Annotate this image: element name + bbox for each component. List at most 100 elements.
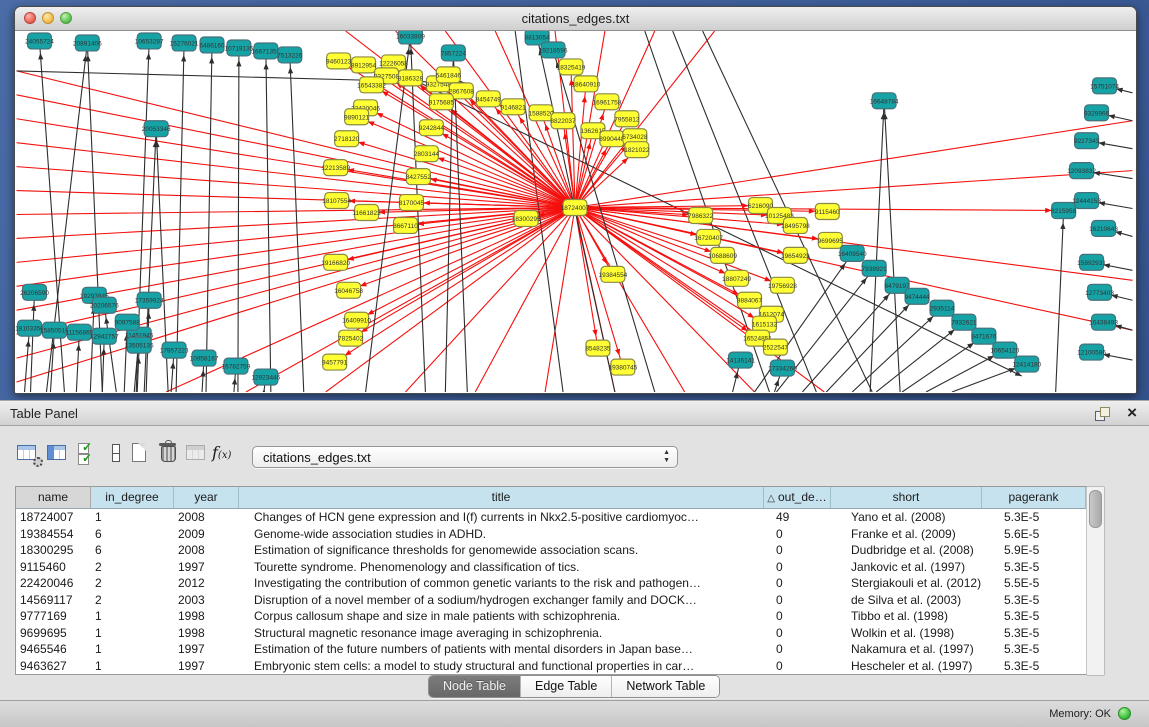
graph-node-label: 16782759 [222, 364, 251, 371]
table-cell: Nakamura et al. (1997) [831, 641, 982, 658]
graph-node-label: 8548235 [585, 346, 611, 353]
graph-node-label: 17334260 [768, 366, 797, 373]
graph-node-label: 7857224 [441, 50, 467, 57]
network-view-canvas[interactable]: 1872400794601238912954122260589327508165… [15, 31, 1134, 392]
table-cell: Structural magnetic resonance image aver… [239, 625, 764, 642]
column-header-outde[interactable]: △out_de… [764, 487, 831, 508]
table-cell: 9699695 [16, 625, 91, 642]
dropdown-arrows-icon: ▲▼ [663, 449, 670, 465]
graph-node-label: 10688609 [708, 253, 737, 260]
graph-node-label: 19218596 [539, 47, 568, 54]
tab-node-table[interactable]: Node Table [429, 676, 521, 697]
graph-node-label: 14136141 [726, 358, 755, 365]
column-header-year[interactable]: year [174, 487, 239, 508]
table-row[interactable]: 1938455462009Genome-wide association stu… [16, 526, 1086, 543]
table-panel-body: ✓ ✓ f(x) citations_edges.txt ▲▼ namein_d… [0, 426, 1149, 700]
table-row[interactable]: 1456911722003Disruption of a novel membe… [16, 592, 1086, 609]
graph-node-label: 8454749 [476, 96, 502, 103]
table-cell: Jankovic et al. (1997) [831, 559, 982, 576]
graph-node-label: 8215958 [1051, 208, 1077, 215]
table-cell: 1 [91, 509, 174, 526]
column-header-indegree[interactable]: in_degree [91, 487, 174, 508]
tab-edge-table[interactable]: Edge Table [521, 676, 612, 697]
graph-node-label: 8170045 [399, 200, 425, 207]
column-header-pagerank[interactable]: pagerank [982, 487, 1086, 508]
function-builder-button[interactable]: f(x) [212, 440, 240, 468]
table-cell: 0 [764, 658, 831, 675]
delete-table-button[interactable] [184, 440, 212, 468]
network-window: citations_edges.txt 18724007946012389129… [14, 6, 1137, 394]
graph-node-label: 10719135 [225, 45, 254, 52]
graph-node-label: 2867608 [449, 88, 475, 95]
table-cell: 2008 [174, 509, 239, 526]
table-tabs: Node TableEdge TableNetwork Table [428, 675, 720, 698]
table-select-dropdown[interactable]: citations_edges.txt ▲▼ [252, 446, 678, 468]
graph-node-label: 9460123 [326, 58, 352, 65]
graph-node-label: 17957223 [160, 348, 189, 355]
window-titlebar[interactable]: citations_edges.txt [15, 7, 1136, 31]
graph-node-label: 19654923 [781, 253, 810, 260]
create-column-button[interactable] [128, 440, 156, 468]
table-row[interactable]: 977716911998Corpus callosum shape and si… [16, 608, 1086, 625]
graph-node-label: 17359924 [135, 298, 164, 305]
table-row[interactable]: 1872400712008Changes of HCN gene express… [16, 509, 1086, 526]
graph-node-label: 6486160 [199, 42, 225, 49]
graph-node-label: 19756928 [768, 283, 797, 290]
graph-node-label: 8990448 [599, 136, 625, 143]
table-scrollbar[interactable] [1086, 486, 1105, 676]
graph-node-label: 2522547 [763, 345, 789, 352]
table-cell: 5.3E-5 [982, 658, 1086, 675]
table-row[interactable]: 2242004622012Investigating the contribut… [16, 575, 1086, 592]
table-cell: 0 [764, 559, 831, 576]
table-toolbar: ✓ ✓ f(x) citations_edges.txt ▲▼ [0, 440, 1149, 472]
column-header-short[interactable]: short [831, 487, 982, 508]
memory-status-icon[interactable] [1118, 707, 1131, 720]
graph-node-label: 9699695 [818, 238, 844, 245]
graph-node-label: 7825402 [338, 336, 364, 343]
column-header-name[interactable]: name [16, 487, 91, 508]
float-panel-icon[interactable] [1095, 407, 1109, 420]
table-row[interactable]: 969969511998Structural magnetic resonanc… [16, 625, 1086, 642]
scrollbar-thumb[interactable] [1089, 490, 1102, 528]
table-cell: 0 [764, 575, 831, 592]
function-icon: f(x) [212, 443, 231, 462]
close-panel-icon[interactable]: × [1127, 402, 1137, 424]
table-cell: Tourette syndrome. Phenomenology and cla… [239, 559, 764, 576]
graph-node-label: 12093832 [1067, 168, 1096, 175]
table-row[interactable]: 911546021997Tourette syndrome. Phenomeno… [16, 559, 1086, 576]
table-cell: 2008 [174, 542, 239, 559]
table-options-button[interactable] [15, 440, 43, 468]
graph-node-label: 16438493 [1089, 320, 1118, 327]
table-row[interactable]: 946362711997Embryonic stem cells: a mode… [16, 658, 1086, 675]
graph-node-label: 19384554 [599, 272, 628, 279]
table-cell: Investigating the contribution of common… [239, 575, 764, 592]
delete-column-button[interactable] [156, 440, 184, 468]
graph-node-label: 9884067 [737, 298, 763, 305]
table-row[interactable]: 946554611997Estimation of the future num… [16, 641, 1086, 658]
table-cell: 14569117 [16, 592, 91, 609]
graph-node-label: 9097588 [115, 320, 141, 327]
graph-node-label: 10958167 [190, 356, 219, 363]
graph-node-label: 12100586 [1077, 350, 1106, 357]
tab-network-table[interactable]: Network Table [612, 676, 719, 697]
show-columns-button[interactable] [45, 440, 73, 468]
graph-node-label: 11661823 [352, 210, 381, 217]
graph-node-label: 20206576 [90, 303, 119, 310]
column-header-title[interactable]: title [239, 487, 764, 508]
table-cell: 1998 [174, 608, 239, 625]
table-row[interactable]: 1830029562008Estimation of significance … [16, 542, 1086, 559]
graph-node-label: 8667110 [393, 223, 418, 230]
table-cell: 5.3E-5 [982, 625, 1086, 642]
graph-node-label: 16648784 [870, 98, 899, 105]
select-rows-button[interactable]: ✓ ✓ [74, 440, 102, 468]
table-cell: 22420046 [16, 575, 91, 592]
table-cell: 0 [764, 592, 831, 609]
graph-node-label: 16033809 [396, 33, 425, 40]
graph-node-label: 15276021 [170, 40, 199, 47]
graph-node-label: 1588520 [528, 110, 554, 117]
table-cell: Corpus callosum shape and size in male p… [239, 608, 764, 625]
table-cell: 2009 [174, 526, 239, 543]
graph-node-label: 8813054 [525, 34, 551, 41]
table-cell: Embryonic stem cells: a model to study s… [239, 658, 764, 675]
table-cell: 0 [764, 526, 831, 543]
